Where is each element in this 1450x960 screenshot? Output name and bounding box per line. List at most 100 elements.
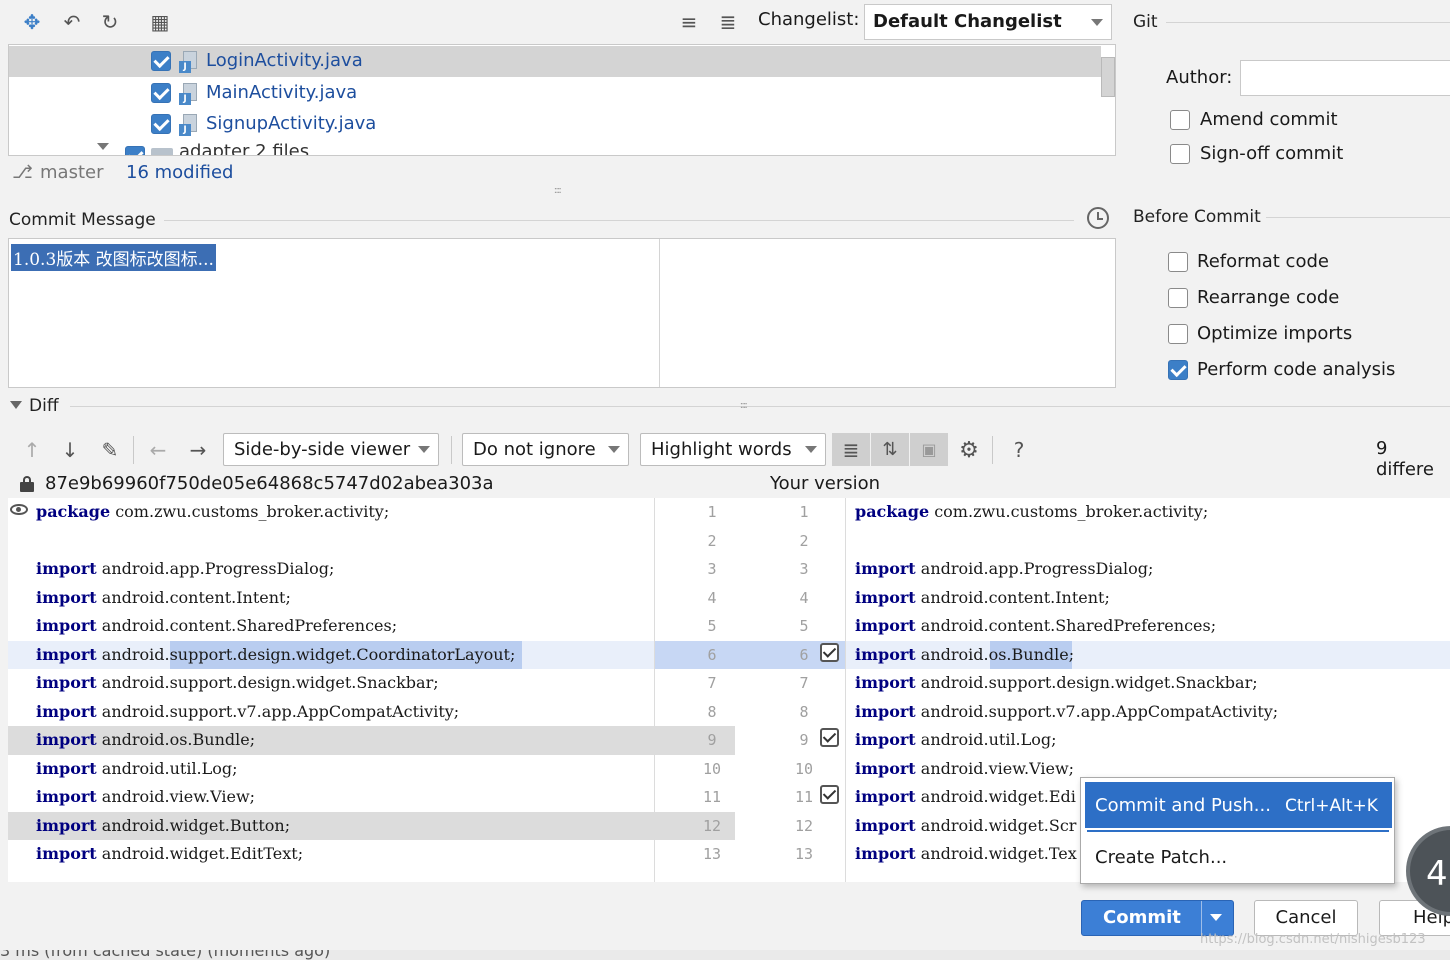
forward-icon[interactable]: → [184,436,212,464]
group-by-icon[interactable]: ▦ [146,8,174,36]
right-line-number: 4 [799,588,809,607]
file-name: LoginActivity.java [206,50,363,71]
left-code-line[interactable]: import android.widget.EditText; [36,840,303,868]
author-input[interactable] [1240,60,1450,96]
right-code-line[interactable]: import android.os.Bundle; [855,641,1074,669]
highlight-select[interactable]: Highlight words [640,433,826,466]
commit-history-icon[interactable] [1087,207,1109,229]
expand-all-icon[interactable]: ≡ [675,8,703,36]
keyword: import [36,758,97,778]
include-change-checkbox[interactable] [820,728,839,747]
collapse-unchanged-icon[interactable]: ≣ [832,433,870,466]
amend-commit-label[interactable]: Amend commit [1200,109,1338,130]
signoff-commit-label[interactable]: Sign-off commit [1200,143,1343,164]
commit-and-push-item[interactable]: Commit and Push... Ctrl+Alt+K [1085,782,1392,828]
create-patch-item[interactable]: Create Patch... [1085,838,1392,878]
keyword: import [855,673,916,692]
rearrange-code-checkbox[interactable] [1168,288,1188,308]
viewer-mode-select[interactable]: Side-by-side viewer [223,433,439,466]
code-text: android.widget.Scr [915,815,1077,835]
right-code-line[interactable]: package com.zwu.customs_broker.activity; [855,498,1208,526]
modified-count-link[interactable]: 16 modified [126,162,233,183]
changelist-select[interactable]: Default Changelist [864,4,1112,40]
perform-code-analysis-label[interactable]: Perform code analysis [1197,359,1395,380]
refresh-icon[interactable]: ↻ [96,8,124,36]
right-code-line[interactable]: import android.view.View; [855,755,1074,783]
right-line-number: 5 [799,617,809,635]
left-code-line[interactable]: import android.widget.Button; [36,812,290,840]
lock-icon[interactable]: ▣ [910,433,948,466]
include-change-checkbox[interactable] [820,785,839,804]
keyword: import [855,644,916,664]
commit-button[interactable]: Commit [1081,900,1234,936]
folder-checkbox[interactable] [125,146,145,155]
chevron-down-icon[interactable] [1210,914,1222,921]
splitter-grip[interactable]: ∶∶∶∶ [554,186,561,197]
right-code-line[interactable]: import android.widget.Scr [855,812,1076,840]
left-code-line[interactable]: import android.app.ProgressDialog; [36,555,334,583]
perform-code-analysis-checkbox[interactable] [1168,360,1188,380]
reformat-code-checkbox[interactable] [1168,252,1188,272]
splitter-grip[interactable]: ∶∶∶∶ [740,401,747,412]
file-checkbox[interactable] [151,114,171,134]
settings-gear-icon[interactable]: ⚙ [955,436,983,464]
left-code-line[interactable]: import android.content.SharedPreferences… [36,612,397,640]
whitespace-select[interactable]: Do not ignore [462,433,629,466]
file-row-login[interactable]: J LoginActivity.java [9,46,1101,77]
left-code-line[interactable]: import android.support.v7.app.AppCompatA… [36,698,459,726]
back-icon[interactable]: ← [144,436,172,464]
move-to-icon[interactable]: ✥ [18,8,46,36]
left-code-line[interactable]: import android.view.View; [36,783,255,811]
changes-tree[interactable]: J LoginActivity.java J MainActivity.java… [8,44,1116,156]
code-text: android.widget.Edi [915,787,1076,806]
tree-scrollbar[interactable] [1101,57,1115,97]
right-code-line[interactable]: import android.app.ProgressDialog; [855,555,1153,583]
file-row-signup[interactable]: J SignupActivity.java [9,109,1101,140]
amend-commit-checkbox[interactable] [1170,110,1190,130]
file-checkbox[interactable] [151,51,171,71]
right-code-line[interactable]: import android.util.Log; [855,726,1057,754]
before-commit-title: Before Commit [1133,207,1261,227]
previous-difference-icon[interactable]: ↑ [18,436,46,464]
commit-and-push-shortcut: Ctrl+Alt+K [1285,796,1378,816]
left-code-line[interactable]: import android.content.Intent; [36,584,291,612]
rollback-icon[interactable]: ↶ [58,8,86,36]
next-difference-icon[interactable]: ↓ [56,436,84,464]
left-code-line[interactable]: import android.support.design.widget.Sna… [36,669,439,697]
edit-source-icon[interactable]: ✎ [96,436,124,464]
keyword: import [36,787,97,806]
left-code-line[interactable]: package com.zwu.customs_broker.activity; [36,498,389,526]
code-text: android.app.ProgressDialog; [915,559,1154,578]
cancel-button[interactable]: Cancel [1254,900,1358,936]
file-row-main[interactable]: J MainActivity.java [9,78,1101,109]
commit-message-editor[interactable]: 1.0.3版本 改图标改图标... [8,238,1116,388]
signoff-commit-checkbox[interactable] [1170,144,1190,164]
help-icon[interactable]: ? [1005,436,1033,464]
right-code-line[interactable]: import android.content.SharedPreferences… [855,612,1216,640]
sync-scroll-icon[interactable]: ⇅ [871,433,909,466]
left-code-line[interactable]: import android.support.design.widget.Coo… [36,641,515,669]
include-change-checkbox[interactable] [820,642,839,662]
left-code-line[interactable]: import android.util.Log; [36,755,238,783]
right-code-line[interactable]: import android.support.design.widget.Sna… [855,669,1258,697]
optimize-imports-label[interactable]: Optimize imports [1197,323,1352,344]
folder-row-adapter[interactable]: adapter 2 files [9,141,1101,155]
file-checkbox[interactable] [151,83,171,103]
right-code-line[interactable]: import android.support.v7.app.AppCompatA… [855,698,1278,726]
right-code-line[interactable]: import android.widget.Tex [855,840,1077,868]
eye-icon[interactable] [10,504,28,515]
optimize-imports-checkbox[interactable] [1168,324,1188,344]
right-code-line[interactable]: import android.content.Intent; [855,584,1110,612]
right-code-line[interactable]: import android.widget.Edi [855,783,1076,811]
viewer-mode-value: Side-by-side viewer [234,439,411,460]
left-code-line[interactable]: import android.os.Bundle; [36,726,255,754]
chevron-down-icon [805,446,817,453]
reformat-code-label[interactable]: Reformat code [1197,251,1329,272]
rearrange-code-label[interactable]: Rearrange code [1197,287,1339,308]
keyword: import [36,844,97,863]
whitespace-value: Do not ignore [473,439,596,460]
commit-message-text[interactable]: 1.0.3版本 改图标改图标... [11,244,216,271]
diff-collapse-icon[interactable] [10,401,22,409]
collapse-all-icon[interactable]: ≣ [714,8,742,36]
chevron-down-icon[interactable] [97,143,109,150]
